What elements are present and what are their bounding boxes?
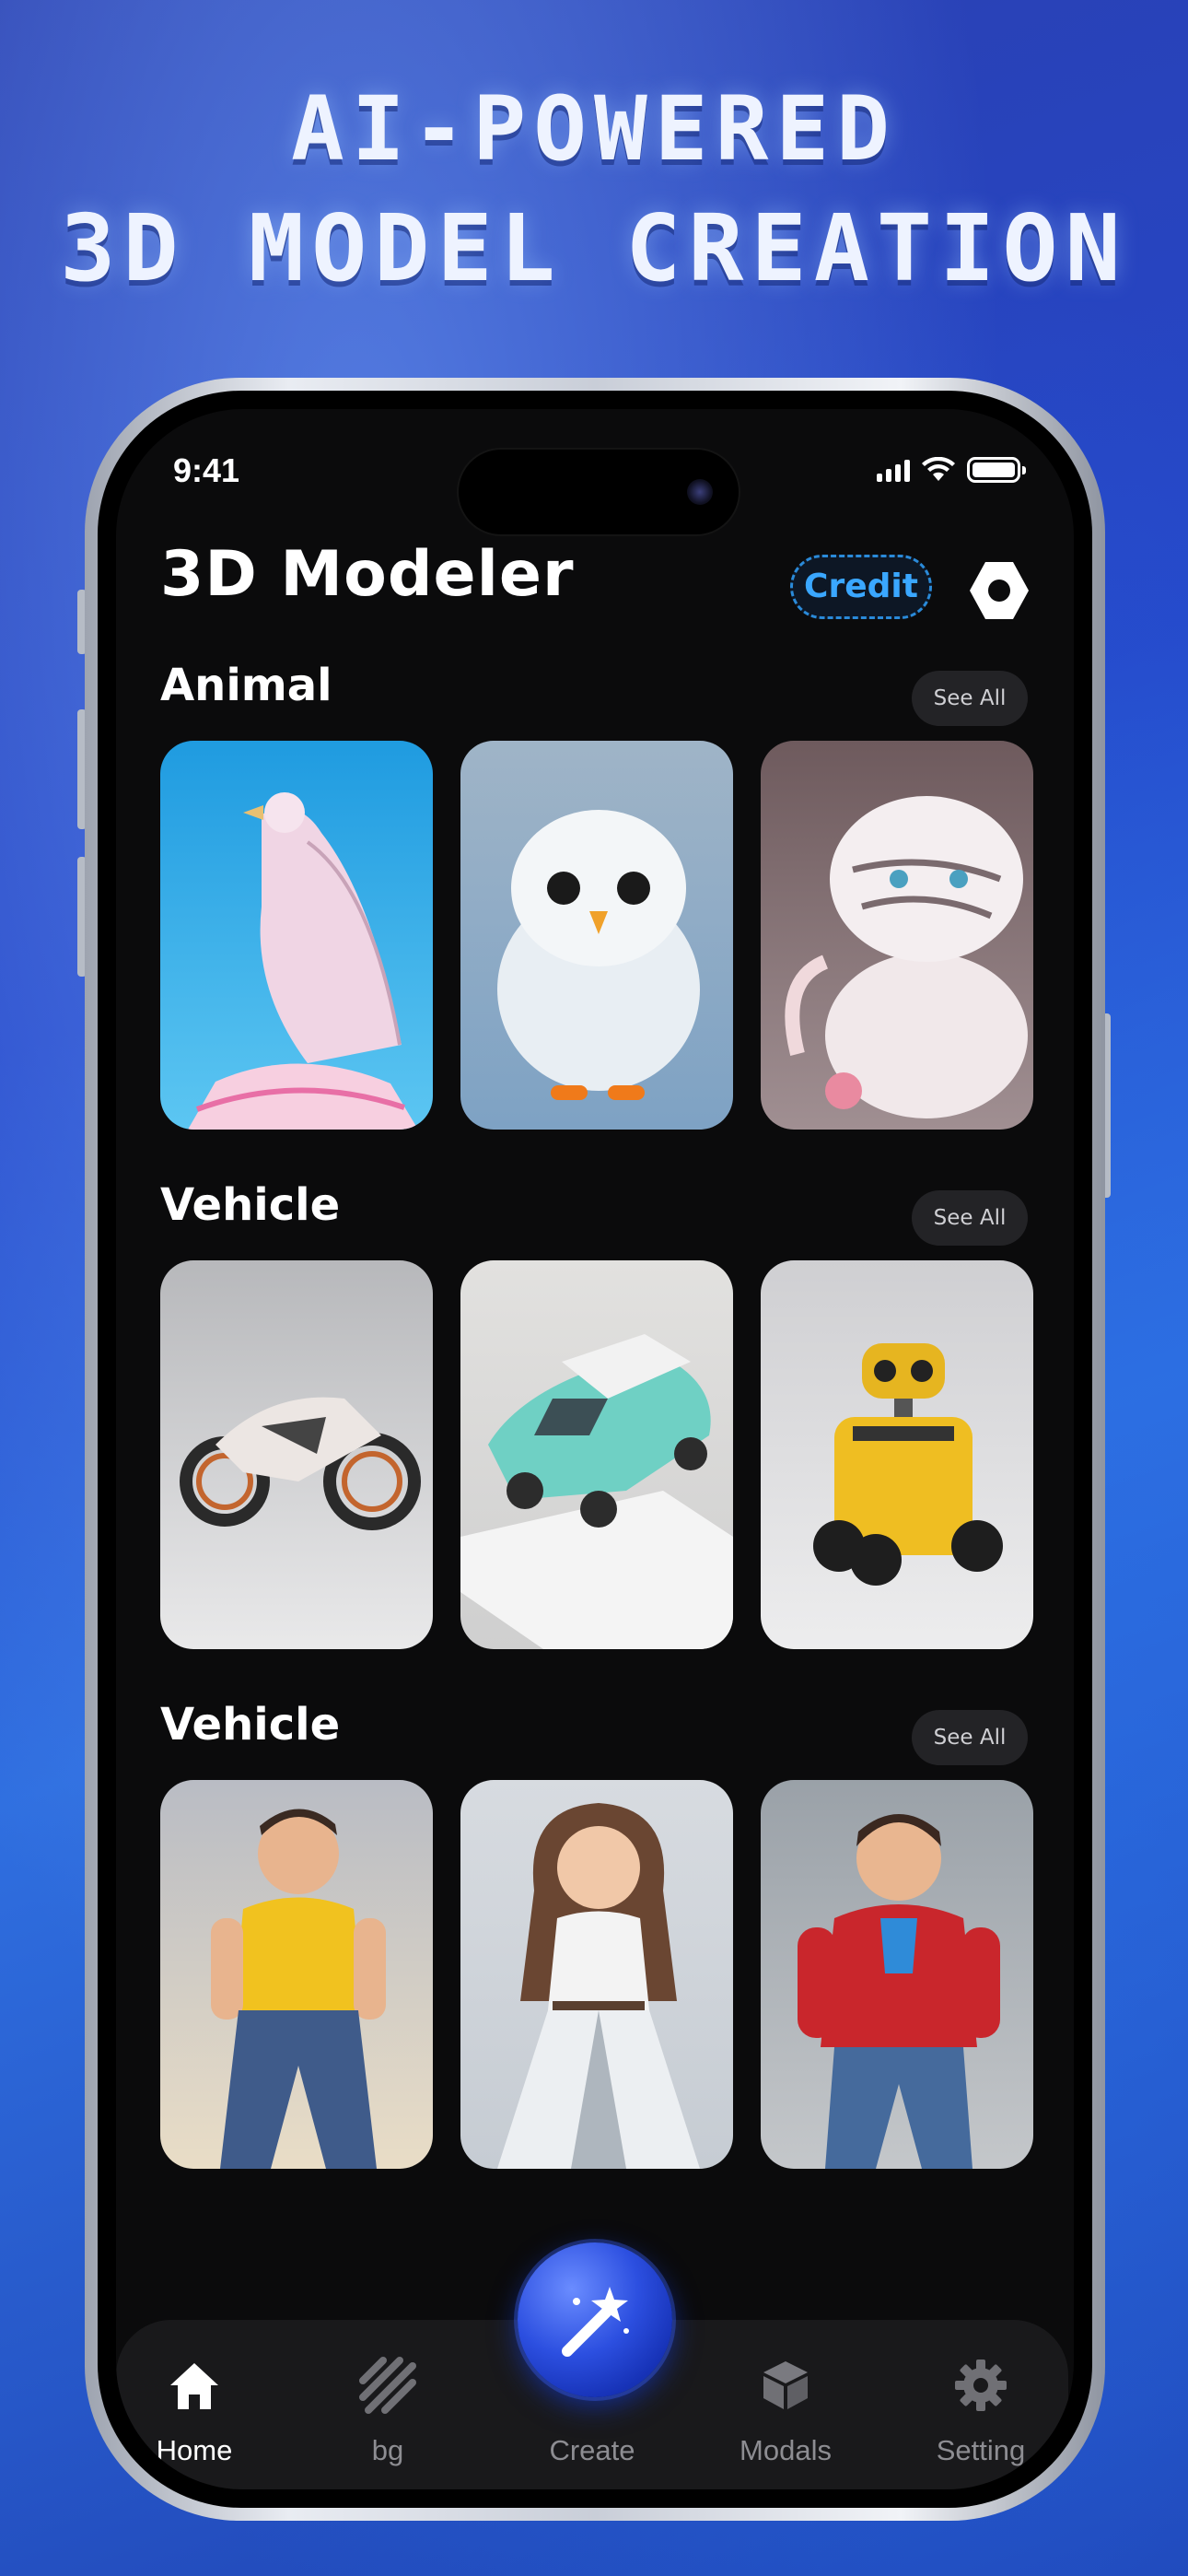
nav-home[interactable]: Home	[116, 2353, 273, 2467]
nav-setting[interactable]: Setting	[903, 2353, 1059, 2467]
man-red-jacket-model-card[interactable]	[761, 1780, 1033, 2169]
promo-line-2: 3D MODEL CREATION	[60, 194, 1128, 302]
status-icons	[877, 457, 1026, 483]
nav-create-label: Create	[549, 2434, 635, 2466]
phone-frame: 9:41 3D Modeler Credit Animal See All Ve…	[85, 378, 1105, 2521]
home-icon	[116, 2353, 273, 2418]
motorcycle-model-card[interactable]	[160, 1260, 433, 1649]
nav-modals[interactable]: Modals	[707, 2353, 864, 2467]
dynamic-island	[459, 450, 739, 534]
section-title-animal: Animal	[160, 660, 332, 711]
credit-button[interactable]: Credit	[790, 555, 932, 619]
bg-stripes-icon	[309, 2353, 466, 2418]
status-time: 9:41	[173, 451, 240, 489]
hexagon-settings-icon[interactable]	[967, 558, 1031, 623]
nav-home-label: Home	[156, 2434, 233, 2466]
cellular-signal-icon	[877, 458, 910, 482]
promo-headline: AI-POWERED 3D MODEL CREATION	[0, 72, 1188, 311]
woman-white-dress-model-card[interactable]	[460, 1780, 733, 2169]
white-owl-model-card[interactable]	[460, 741, 733, 1130]
see-all-animal-button[interactable]: See All	[912, 671, 1028, 726]
see-all-vehicle-button[interactable]: See All	[912, 1190, 1028, 1246]
gear-icon	[903, 2353, 1059, 2418]
white-tiger-model-card[interactable]	[761, 741, 1033, 1130]
wifi-icon	[922, 457, 955, 481]
man-yellow-shirt-model-card[interactable]	[160, 1780, 433, 2169]
camera-icon	[687, 479, 713, 505]
nav-setting-label: Setting	[936, 2434, 1026, 2466]
see-all-characters-button[interactable]: See All	[912, 1710, 1028, 1765]
section-title-vehicle: Vehicle	[160, 1179, 341, 1231]
app-screen: 9:41 3D Modeler Credit Animal See All Ve…	[116, 409, 1074, 2489]
cube-icon	[707, 2353, 864, 2418]
nav-modals-label: Modals	[740, 2434, 832, 2466]
create-button[interactable]	[518, 2242, 672, 2397]
battery-icon	[967, 457, 1026, 483]
magic-wand-icon	[562, 2287, 629, 2357]
nav-bg-label: bg	[371, 2434, 404, 2466]
nav-bg[interactable]: bg	[309, 2353, 466, 2467]
teal-car-model-card[interactable]	[460, 1260, 733, 1649]
yellow-robot-model-card[interactable]	[761, 1260, 1033, 1649]
promo-line-1: AI-POWERED	[291, 77, 897, 181]
section-title-characters: Vehicle	[160, 1699, 341, 1751]
pink-eagle-model-card[interactable]	[160, 741, 433, 1130]
app-title: 3D Modeler	[160, 538, 575, 611]
